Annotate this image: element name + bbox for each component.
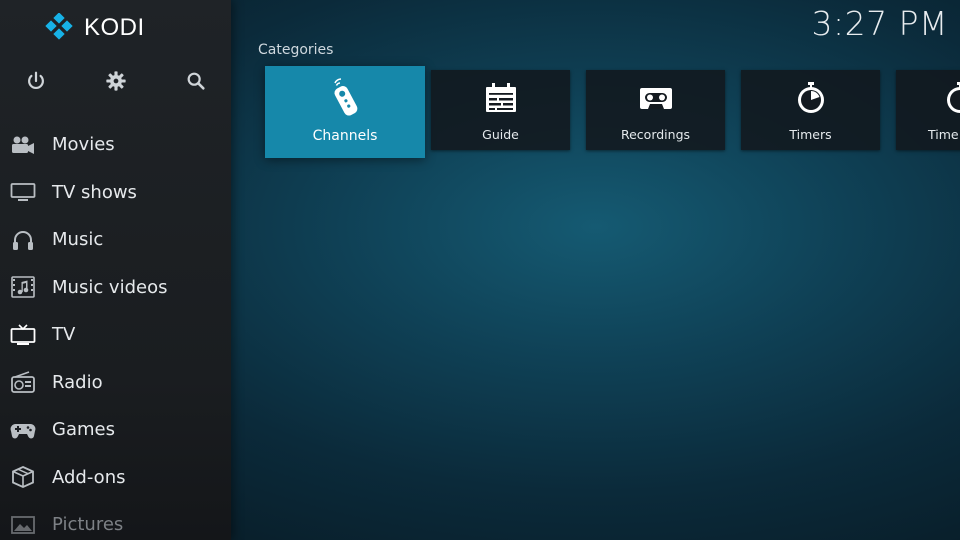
sidebar-item-label: Pictures [52, 514, 124, 536]
kodi-logo: KODI [44, 12, 145, 44]
sidebar-item-games[interactable]: Games [0, 406, 231, 454]
picture-icon [9, 513, 36, 537]
gamepad-icon [9, 418, 36, 442]
tile-timer-rules[interactable]: Time [896, 70, 960, 150]
top-actions [0, 64, 231, 98]
sidebar-item-label: TV [52, 324, 76, 346]
remote-control-icon [265, 78, 425, 118]
sidebar-item-label: Movies [52, 134, 115, 156]
section-title: Categories [258, 42, 334, 58]
stopwatch-icon [741, 82, 880, 114]
sidebar-item-pictures[interactable]: Pictures [0, 501, 231, 540]
sidebar-item-radio[interactable]: Radio [0, 359, 231, 407]
tile-label: Time [928, 127, 959, 142]
power-button[interactable] [19, 64, 53, 98]
tile-label: Channels [312, 128, 378, 144]
tile-label: Timers [789, 127, 832, 142]
sidebar-item-label: Games [52, 419, 115, 441]
tile-recordings[interactable]: Recordings [586, 70, 725, 150]
sidebar-item-movies[interactable]: Movies [0, 121, 231, 169]
sidebar-item-tv[interactable]: TV [0, 311, 231, 359]
search-button[interactable] [179, 64, 213, 98]
sidebar-item-label: Music [52, 229, 104, 251]
tv-icon [9, 323, 36, 347]
sidebar-item-add-ons[interactable]: Add-ons [0, 454, 231, 502]
search-icon [187, 72, 205, 90]
monitor-icon [9, 180, 36, 204]
sidebar-item-label: Add-ons [52, 466, 126, 488]
headphones-icon [9, 228, 36, 252]
tile-channels[interactable]: Channels [265, 66, 425, 158]
gear-icon [106, 71, 126, 91]
sidebar-item-label: Music videos [52, 276, 168, 298]
sidebar-item-music-videos[interactable]: Music videos [0, 264, 231, 312]
radio-icon [9, 370, 36, 394]
clock: 3:27 PM [811, 4, 948, 43]
category-tiles: Channels Guide Recordings Timers Time [265, 66, 960, 166]
kodi-home-screen: KODI Movies TV shows Music Music videos … [0, 0, 960, 540]
addons-box-icon [9, 465, 36, 489]
stopwatch-icon [896, 82, 960, 114]
brand-name: KODI [84, 14, 145, 41]
calendar-grid-icon [431, 82, 570, 114]
tile-timers[interactable]: Timers [741, 70, 880, 150]
sidebar-item-music[interactable]: Music [0, 216, 231, 264]
tile-label: Recordings [620, 127, 691, 142]
kodi-logo-icon [45, 13, 73, 40]
main-menu: Movies TV shows Music Music videos TV Ra… [0, 121, 231, 540]
music-video-icon [9, 275, 36, 299]
power-icon [28, 71, 44, 90]
cassette-icon [586, 82, 725, 114]
movie-camera-icon [9, 133, 36, 157]
sidebar-item-tv-shows[interactable]: TV shows [0, 169, 231, 217]
sidebar: KODI Movies TV shows Music Music videos … [0, 0, 231, 540]
sidebar-item-label: TV shows [52, 181, 137, 203]
settings-button[interactable] [99, 64, 133, 98]
sidebar-item-label: Radio [52, 371, 103, 393]
tile-label: Guide [482, 127, 519, 142]
tile-guide[interactable]: Guide [431, 70, 570, 150]
